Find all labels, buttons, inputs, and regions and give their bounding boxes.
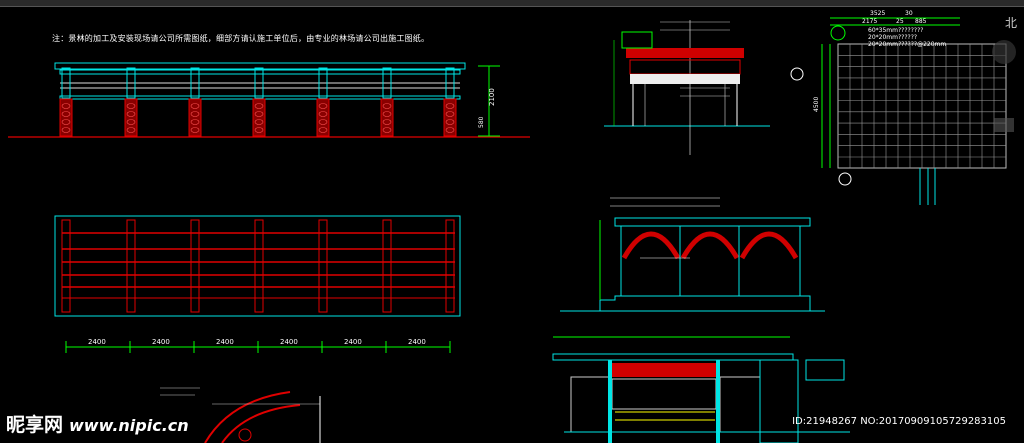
plan-view: 2400 2400 2400 2400 2400 2400 (54, 215, 461, 353)
pergola-post (124, 67, 138, 137)
watermark-id: ID:21948267 NO:20170909105729283105 (792, 416, 1006, 427)
plan-member-label: 20*20mm?????? (868, 34, 917, 41)
pergola-post (188, 67, 202, 137)
plan-dimension: 3525 (870, 10, 885, 17)
pavilion-elevation (552, 336, 850, 443)
dim-side-label: 580 (478, 116, 485, 128)
dimension-label: 2400 (88, 338, 106, 346)
watermark-site-text: www.nipic.cn (69, 416, 189, 435)
dimension-label: 2400 (216, 338, 234, 346)
plan-dimension: 25 (896, 18, 904, 25)
dimension-label: 2400 (152, 338, 170, 346)
watermark-logo-text: 昵享网 (6, 414, 64, 436)
pergola-post (443, 67, 457, 137)
cad-drawing-canvas: 2100 580 2400 2400 2400 2400 2400 2400 3… (8, 10, 1016, 443)
plan-dimension: 30 (905, 10, 913, 17)
pergola-post (380, 67, 394, 137)
dimension-label: 2400 (408, 338, 426, 346)
elevation-front: 2100 580 (8, 62, 530, 138)
plan-dimension: 885 (915, 18, 927, 25)
north-arrow-label: 北 (1005, 16, 1018, 30)
watermark-logo: 昵享网 www.nipic.cn (6, 410, 189, 437)
gate-section (604, 20, 770, 155)
drawing-note: 注：景林的加工及安装现场请公司所需图纸，细部方请认施工单位后，由专业的林场请公司… (52, 34, 430, 43)
arch-elevation (560, 197, 825, 312)
grid-plan: 3525 302175 25 885 60*35mm????????20*20mm??… (790, 10, 1016, 205)
pergola-post (59, 67, 73, 137)
plan-dimension: 2175 (862, 18, 877, 25)
pergola-post (316, 67, 330, 137)
plan-side-label: 4500 (813, 97, 820, 112)
pergola-post (252, 67, 266, 137)
plan-member-label: 20*20mm??????@220mm (868, 41, 946, 48)
dimension-label: 2400 (344, 338, 362, 346)
dimension-label: 2400 (280, 338, 298, 346)
dim-height-label: 2100 (488, 88, 496, 106)
plan-member-label: 60*35mm???????? (868, 27, 923, 34)
